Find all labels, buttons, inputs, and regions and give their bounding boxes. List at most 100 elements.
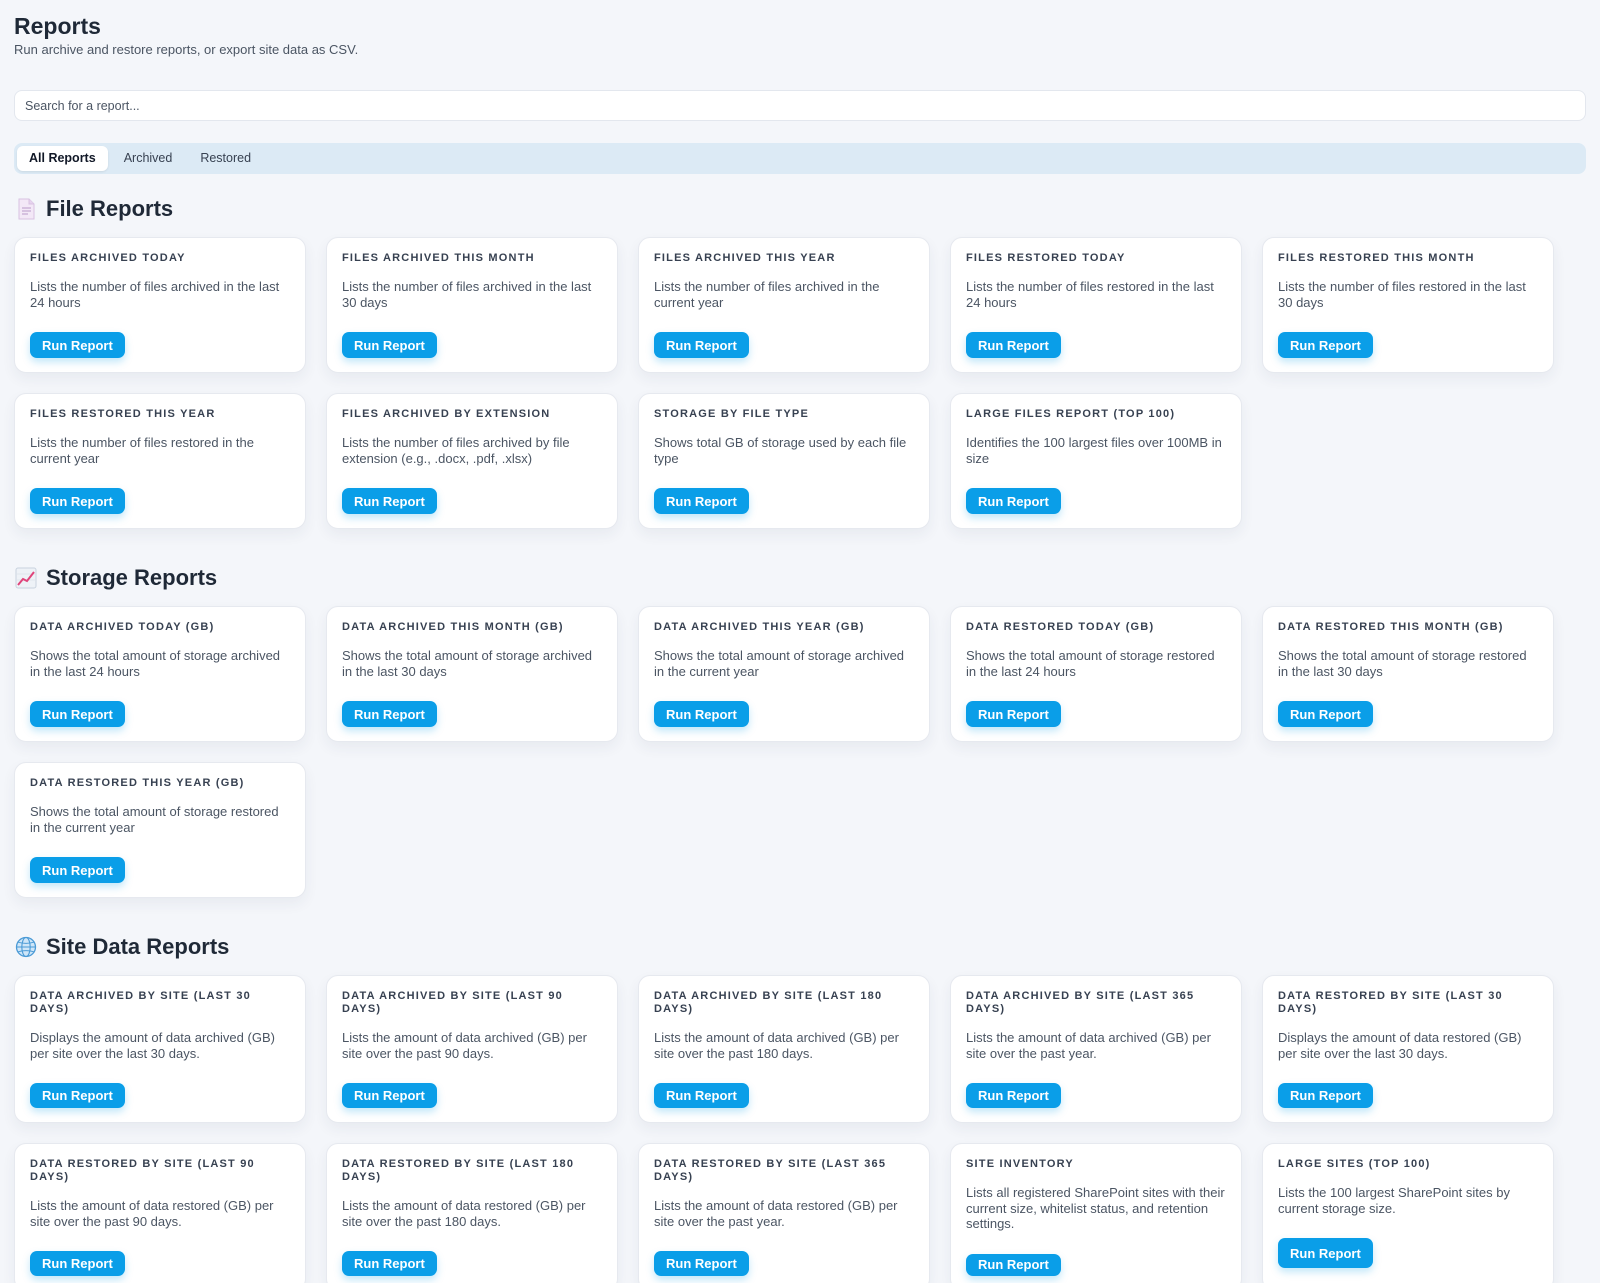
run-report-button[interactable]: Run Report	[30, 332, 125, 358]
report-card: Data Restored By Site (Last 365 Days) Lis…	[638, 1143, 930, 1283]
card-title: Large Files Report (Top 100)	[966, 408, 1176, 420]
card-description: Shows the total amount of storage restor…	[30, 804, 279, 835]
card-title: Data Archived By Site (Last 365 Days)	[966, 990, 1195, 1015]
report-card: Data Archived This Month (GB) Shows the t…	[326, 606, 618, 742]
site-data-reports-section: Site Data Reports Data Archived By Site …	[14, 933, 1586, 1283]
card-description: Displays the amount of data archived (GB…	[30, 1030, 275, 1061]
card-title: Data Restored By Site (Last 365 Days)	[654, 1158, 887, 1183]
card-title: Files Archived This Year	[654, 252, 836, 264]
card-description: Lists the number of files archived in th…	[654, 279, 880, 310]
run-report-button[interactable]: Run Report	[1278, 1238, 1373, 1268]
card-title: Data Archived By Site (Last 90 Days)	[342, 990, 563, 1015]
card-title: Data Archived Today (GB)	[30, 621, 215, 633]
card-description: Lists the number of files archived in th…	[30, 279, 280, 310]
tab-all-reports[interactable]: All Reports	[17, 146, 108, 171]
card-description: Shows the total amount of storage archiv…	[342, 648, 593, 679]
report-card: Files Archived Today Lists the number of …	[14, 237, 306, 373]
report-card: Storage By File Type Shows total GB of st…	[638, 393, 930, 529]
chart-trend-icon	[14, 566, 38, 590]
report-card: Data Restored Today (GB) Shows the total …	[950, 606, 1242, 742]
card-description: Shows the total amount of storage archiv…	[30, 648, 281, 679]
run-report-button[interactable]: Run Report	[342, 701, 437, 727]
tab-archived[interactable]: Archived	[112, 146, 185, 171]
report-card: Data Archived By Site (Last 90 Days) List…	[326, 975, 618, 1123]
search-input[interactable]	[14, 90, 1586, 121]
report-card: Data Restored By Site (Last 30 Days) Disp…	[1262, 975, 1554, 1123]
card-title: Storage By File Type	[654, 408, 810, 420]
page-title: Reports	[14, 13, 101, 39]
card-description: Shows the total amount of storage restor…	[966, 648, 1215, 679]
card-description: Shows the total amount of storage restor…	[1278, 648, 1527, 679]
run-report-button[interactable]: Run Report	[342, 332, 437, 358]
card-description: Lists the number of files restored in th…	[30, 435, 255, 466]
section-title: Storage Reports	[46, 565, 218, 590]
card-title: Files Archived This Month	[342, 252, 535, 264]
report-grid: Data Archived Today (GB) Shows the total …	[14, 606, 1586, 898]
card-title: Data Restored By Site (Last 90 Days)	[30, 1158, 255, 1183]
card-title: Data Restored By Site (Last 30 Days)	[1278, 990, 1503, 1015]
card-description: Lists the amount of data archived (GB) p…	[966, 1030, 1211, 1061]
card-title: Data Restored This Month (GB)	[1278, 621, 1504, 633]
run-report-button[interactable]: Run Report	[342, 488, 437, 514]
card-description: Lists the amount of data archived (GB) p…	[654, 1030, 899, 1061]
run-report-button[interactable]: Run Report	[966, 1083, 1061, 1108]
run-report-button[interactable]: Run Report	[30, 1083, 125, 1108]
card-title: Data Archived By Site (Last 30 Days)	[30, 990, 251, 1015]
report-card: Large Sites (Top 100) Lists the 100 large…	[1262, 1143, 1554, 1283]
run-report-button[interactable]: Run Report	[654, 332, 749, 358]
card-title: Files Archived By Extension	[342, 408, 551, 420]
run-report-button[interactable]: Run Report	[654, 701, 749, 727]
run-report-button[interactable]: Run Report	[30, 488, 125, 514]
report-card: Files Restored This Month Lists the numbe…	[1262, 237, 1554, 373]
storage-reports-section: Storage Reports Data Archived Today (GB)…	[14, 564, 1586, 898]
report-card: Data Archived By Site (Last 365 Days) Lis…	[950, 975, 1242, 1123]
report-grid: Files Archived Today Lists the number of …	[14, 237, 1586, 529]
report-card: Data Restored This Year (GB) Shows the to…	[14, 762, 306, 898]
tab-restored[interactable]: Restored	[188, 146, 263, 171]
report-card: Files Archived This Month Lists the numbe…	[326, 237, 618, 373]
report-card: Site Inventory Lists all registered Share…	[950, 1143, 1242, 1283]
file-reports-section: File Reports Files Archived Today Lists t…	[14, 195, 1586, 529]
run-report-button[interactable]: Run Report	[966, 1253, 1061, 1276]
card-description: Lists the amount of data archived (GB) p…	[342, 1030, 587, 1061]
card-title: Files Archived Today	[30, 252, 186, 264]
report-card: Data Restored By Site (Last 180 Days) Lis…	[326, 1143, 618, 1283]
run-report-button[interactable]: Run Report	[654, 1251, 749, 1276]
run-report-button[interactable]: Run Report	[966, 332, 1061, 358]
card-description: Lists the amount of data restored (GB) p…	[654, 1198, 898, 1229]
card-description: Shows the total amount of storage archiv…	[654, 648, 905, 679]
filter-tabs: All Reports Archived Restored	[14, 143, 1586, 174]
page-subtitle: Run archive and restore reports, or expo…	[14, 42, 359, 57]
run-report-button[interactable]: Run Report	[1278, 701, 1373, 727]
report-card: Data Archived This Year (GB) Shows the to…	[638, 606, 930, 742]
section-header: Site Data Reports	[14, 933, 1586, 961]
report-card: Data Archived By Site (Last 180 Days) Lis…	[638, 975, 930, 1123]
report-grid: Data Archived By Site (Last 30 Days) Disp…	[14, 975, 1586, 1283]
card-description: Lists the amount of data restored (GB) p…	[342, 1198, 586, 1229]
card-description: Shows total GB of storage used by each f…	[654, 435, 907, 466]
card-description: Displays the amount of data restored (GB…	[1278, 1030, 1522, 1061]
run-report-button[interactable]: Run Report	[966, 701, 1061, 727]
run-report-button[interactable]: Run Report	[654, 1083, 749, 1108]
search-bar	[14, 90, 1586, 121]
run-report-button[interactable]: Run Report	[966, 488, 1061, 514]
run-report-button[interactable]: Run Report	[30, 857, 125, 883]
section-header: Storage Reports	[14, 564, 1586, 592]
report-card: Files Restored This Year Lists the number…	[14, 393, 306, 529]
run-report-button[interactable]: Run Report	[1278, 1083, 1373, 1108]
card-description: Lists the number of files archived by fi…	[342, 435, 570, 466]
card-title: Files Restored Today	[966, 252, 1126, 264]
run-report-button[interactable]: Run Report	[654, 488, 749, 514]
card-title: Files Restored This Month	[1278, 252, 1475, 264]
report-card: Files Archived This Year Lists the number…	[638, 237, 930, 373]
section-header: File Reports	[14, 195, 1586, 223]
report-card: Data Archived By Site (Last 30 Days) Disp…	[14, 975, 306, 1123]
run-report-button[interactable]: Run Report	[30, 701, 125, 727]
run-report-button[interactable]: Run Report	[30, 1251, 125, 1276]
run-report-button[interactable]: Run Report	[342, 1251, 437, 1276]
document-icon	[14, 197, 38, 221]
card-title: Files Restored This Year	[30, 408, 216, 420]
run-report-button[interactable]: Run Report	[342, 1083, 437, 1108]
section-title: Site Data Reports	[46, 934, 230, 959]
run-report-button[interactable]: Run Report	[1278, 332, 1373, 358]
